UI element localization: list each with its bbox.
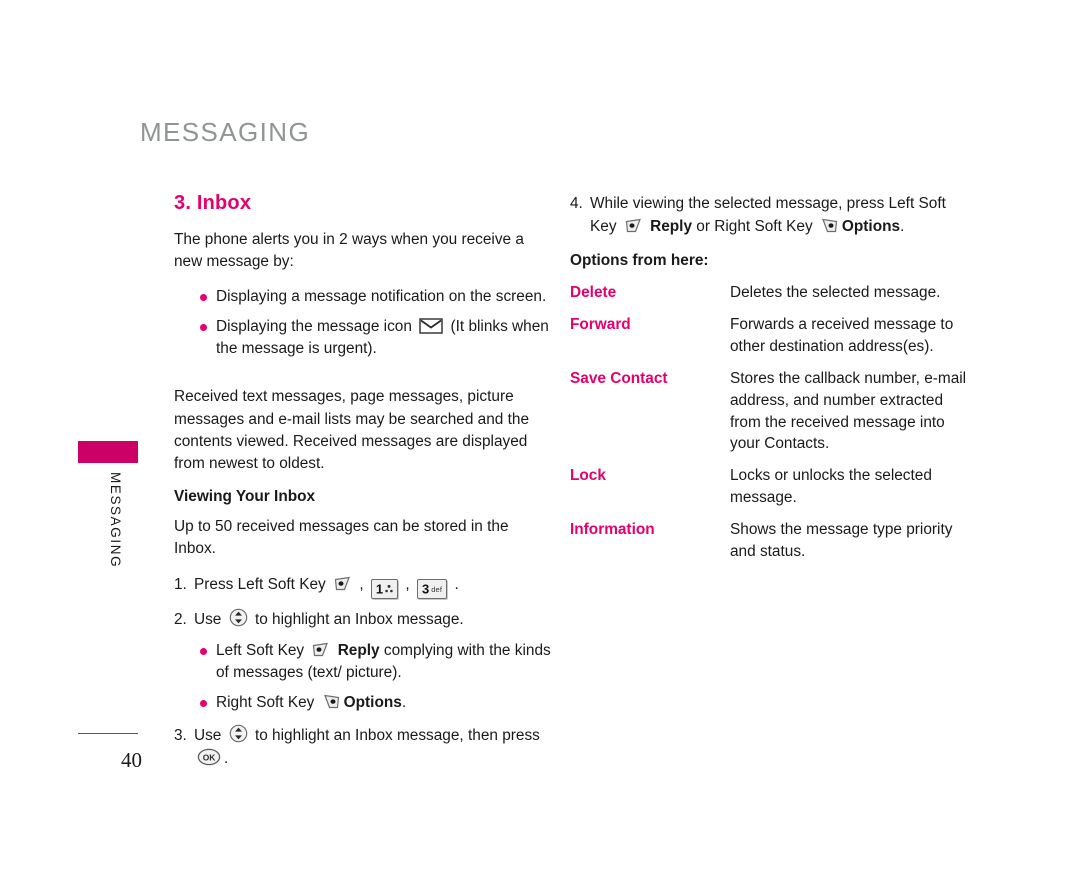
side-tab-label: MESSAGING [108, 472, 123, 569]
key-1-icon: 1 [370, 579, 399, 599]
key-3-letters: def [431, 584, 443, 594]
intro-paragraph: The phone alerts you in 2 ways when you … [174, 231, 524, 271]
step-4-text-part3: . [900, 218, 905, 236]
softkey-bullet-list: Left Soft Key Reply complying with the k… [174, 640, 554, 714]
bullet-text: Displaying the message icon [216, 317, 412, 335]
nav-up-down-icon [229, 608, 248, 627]
ok-key-icon: OK [197, 748, 221, 766]
bullet-dot-icon [200, 294, 207, 302]
step-2-number: 2. [174, 611, 187, 628]
alert-bullet-list: Displaying a message notification on the… [174, 286, 554, 360]
step-1-comma-1: , [359, 576, 364, 594]
side-tab-marker [78, 441, 138, 463]
page-number: 40 [121, 748, 142, 772]
option-desc-information: Shows the message type priority and stat… [730, 521, 953, 560]
option-desc-delete: Deletes the selected message. [730, 284, 941, 302]
option-desc-lock: Locks or unlocks the selected message. [730, 467, 932, 507]
bullet-dot-icon [200, 648, 207, 656]
page-number-divider [78, 733, 138, 734]
right-column: 4. While viewing the selected message, p… [570, 192, 970, 573]
step-3-text: Use [194, 727, 222, 745]
table-row: Information Shows the message type prior… [570, 519, 970, 573]
option-desc-forward: Forwards a received message to other des… [730, 316, 954, 355]
softkey-bullet-bold: Reply [337, 642, 380, 660]
softkey-bullet-suffix: . [401, 693, 407, 711]
step-2-text-end: to highlight an Inbox message. [254, 611, 464, 628]
left-soft-key-icon [333, 575, 352, 592]
option-desc-save-contact: Stores the callback number, e-mail addre… [730, 369, 967, 453]
step-2: 2. Use to highlight an Inbox message. [174, 608, 554, 631]
left-soft-key-icon [311, 641, 330, 658]
key-1-digit: 1 [375, 581, 384, 597]
bullet-text: Displaying a message notification on the… [216, 288, 547, 306]
step-2-text: Use [194, 611, 222, 628]
received-messages-paragraph: Received text messages, page messages, p… [174, 388, 530, 472]
step-1: 1. Press Left Soft Key , 1 , 3 def . [174, 573, 554, 599]
list-item: Right Soft Key Options. [200, 692, 554, 714]
bullet-dot-icon [200, 699, 207, 707]
envelope-icon [419, 317, 443, 334]
step-4-text-part2: or Right Soft Key [696, 218, 813, 236]
capacity-paragraph: Up to 50 received messages can be stored… [174, 518, 509, 558]
table-row: Save Contact Stores the callback number,… [570, 368, 970, 466]
step-1-text-end: . [454, 576, 459, 594]
step-1-comma-2: , [405, 576, 410, 594]
chapter-title: MESSAGING [140, 117, 311, 147]
step-3-text-end: to highlight an Inbox message, then pres… [254, 727, 540, 745]
left-column: 3. Inbox The phone alerts you in 2 ways … [174, 192, 554, 779]
step-3-number: 3. [174, 727, 187, 745]
options-heading: Options from here: [570, 252, 709, 270]
nav-up-down-icon [229, 724, 248, 743]
table-row: Forward Forwards a received message to o… [570, 314, 970, 368]
section-heading: 3. Inbox [174, 192, 252, 214]
list-item: Displaying the message icon (It blinks w… [200, 316, 554, 361]
option-name-lock: Lock [570, 467, 606, 485]
key-3-digit: 3 [421, 581, 430, 597]
step-1-number: 1. [174, 576, 187, 594]
left-soft-key-icon [624, 217, 643, 234]
key-1-symbol-icon [385, 582, 393, 597]
right-soft-key-icon [820, 217, 839, 234]
table-row: Lock Locks or unlocks the selected messa… [570, 465, 970, 519]
option-name-delete: Delete [570, 284, 617, 302]
list-item: Left Soft Key Reply complying with the k… [200, 640, 554, 685]
key-3-icon: 3 def [416, 579, 448, 599]
step-4: 4. While viewing the selected message, p… [570, 192, 970, 238]
option-name-save-contact: Save Contact [570, 369, 668, 387]
svg-text:OK: OK [203, 753, 216, 763]
step-4-bold-options: Options [841, 218, 901, 236]
step-1-text: Press Left Soft Key [194, 576, 326, 594]
right-soft-key-icon [322, 693, 341, 710]
step-4-number: 4. [570, 195, 583, 212]
softkey-bullet-bold: Options [343, 693, 402, 711]
step-3: 3. Use to highlight an Inbox message, th… [174, 724, 554, 770]
option-name-forward: Forward [570, 316, 631, 334]
step-4-bold-reply: Reply [650, 218, 693, 236]
step-3-trailing-text: . [224, 750, 229, 768]
list-item: Displaying a message notification on the… [200, 286, 554, 308]
bullet-dot-icon [200, 323, 207, 331]
subheading-viewing-your-inbox: Viewing Your Inbox [174, 488, 316, 506]
option-name-information: Information [570, 521, 655, 539]
options-table: Delete Deletes the selected message. For… [570, 282, 970, 573]
softkey-bullet-prefix: Right Soft Key [216, 693, 315, 711]
table-row: Delete Deletes the selected message. [570, 282, 970, 314]
softkey-bullet-prefix: Left Soft Key [216, 642, 305, 660]
manual-page: MESSAGING 40 MESSAGING 3. Inbox The phon… [0, 0, 1080, 888]
